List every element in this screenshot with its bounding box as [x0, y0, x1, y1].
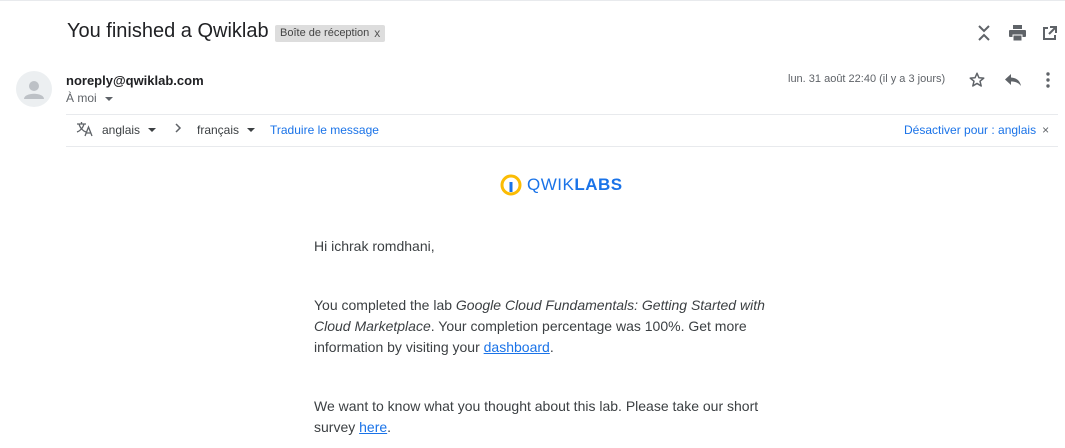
target-language-select[interactable]: français	[197, 123, 256, 137]
chevron-down-icon	[247, 128, 256, 132]
survey-link[interactable]: here	[359, 419, 387, 435]
chevron-down-icon	[104, 97, 113, 101]
translate-message-link[interactable]: Traduire le message	[270, 123, 379, 137]
recipient-toggle[interactable]: À moi	[66, 91, 113, 105]
recipient-text: À moi	[66, 91, 97, 105]
disable-translation-group: Désactiver pour : anglais ×	[904, 123, 1049, 137]
close-icon[interactable]: ×	[1042, 123, 1049, 137]
inbox-label-text: Boîte de réception	[280, 27, 370, 39]
expand-collapse-icon[interactable]	[975, 24, 993, 42]
qwiklabs-logo-icon	[500, 174, 522, 196]
reply-icon[interactable]	[1003, 70, 1023, 90]
inbox-label-chip[interactable]: Boîte de réception x	[275, 25, 386, 42]
more-vert-icon[interactable]	[1038, 70, 1058, 90]
avatar-person-icon	[24, 81, 44, 99]
translate-bar: anglais français Traduire le message Dés…	[66, 114, 1058, 147]
translate-icon	[76, 121, 94, 137]
sender-avatar[interactable]	[16, 71, 52, 107]
completion-paragraph: You completed the lab Google Cloud Funda…	[314, 297, 765, 355]
top-divider	[0, 0, 1065, 1]
dashboard-link[interactable]: dashboard	[484, 339, 550, 355]
chevron-down-icon	[148, 128, 157, 132]
disable-translation-link[interactable]: Désactiver pour : anglais	[904, 123, 1036, 137]
sender-email[interactable]: noreply@qwiklab.com	[66, 73, 204, 88]
open-new-window-icon[interactable]	[1040, 24, 1058, 42]
greeting: Hi ichrak romdhani,	[314, 238, 435, 254]
email-date: lun. 31 août 22:40 (il y a 3 jours)	[788, 73, 946, 85]
email-subject: You finished a Qwiklab	[67, 20, 269, 42]
source-language-select[interactable]: anglais	[102, 123, 157, 137]
logo-text: QWIKLABS	[527, 175, 623, 194]
email-body: Hi ichrak romdhani, You completed the la…	[314, 236, 784, 438]
target-language-label: français	[197, 123, 240, 137]
qwiklabs-logo: QWIKLABS	[500, 174, 623, 196]
chevron-right-icon	[174, 122, 182, 134]
print-icon[interactable]	[1008, 24, 1026, 42]
source-language-label: anglais	[102, 123, 141, 137]
survey-paragraph: We want to know what you thought about t…	[314, 398, 759, 435]
remove-label-button[interactable]: x	[374, 25, 380, 42]
star-icon[interactable]	[967, 70, 987, 90]
